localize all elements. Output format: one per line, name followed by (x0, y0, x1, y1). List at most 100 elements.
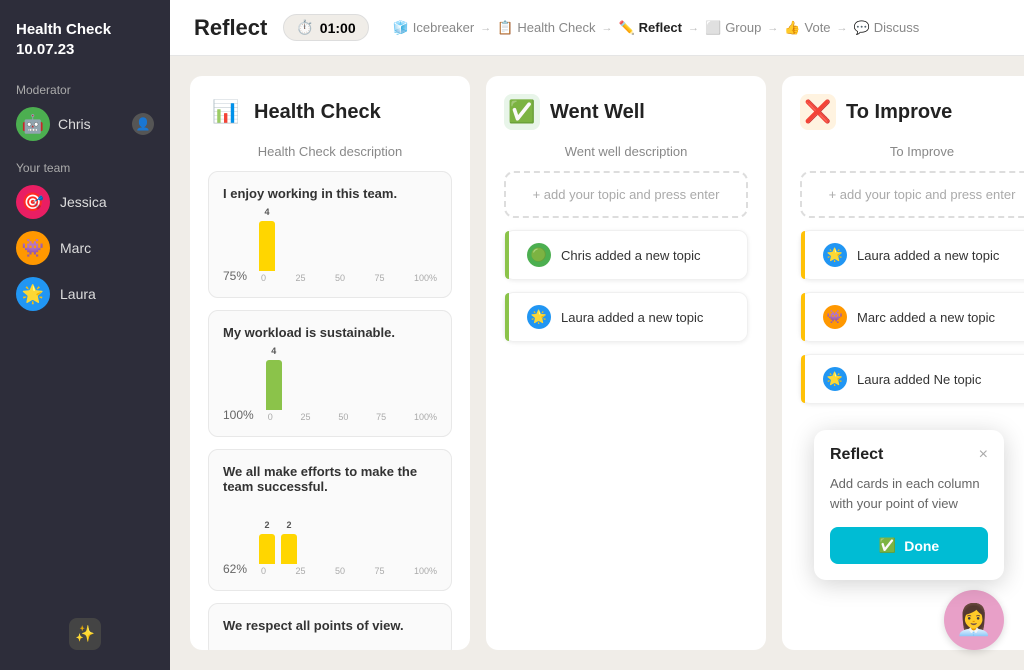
reflect-icon: ✏️ (618, 20, 634, 36)
arrow-3: → (688, 22, 699, 34)
chart-percent-3: 62% (223, 562, 247, 576)
add-topic-placeholder-to-improve: + add your topic and press enter (829, 187, 1016, 202)
topic-bar-improve-3 (801, 355, 805, 403)
footer-icon: ✨ (69, 618, 101, 650)
column-header-went-well: ✅ Went Well (504, 94, 748, 130)
add-topic-to-improve[interactable]: + add your topic and press enter (800, 171, 1024, 218)
chart-bar-row-1: 4 (259, 211, 437, 271)
breadcrumb-vote[interactable]: 👍 Vote (784, 20, 830, 36)
tooltip-title: Reflect (830, 446, 883, 464)
topic-avatar-marc-imp: 👾 (823, 305, 847, 329)
column-desc-to-improve: To Improve (800, 144, 1024, 159)
column-icon-to-improve: ❌ (800, 94, 836, 130)
main-area: Reflect ⏱️ 01:00 🧊 Icebreaker → 📋 Health… (170, 0, 1024, 670)
team-label: Your team (16, 161, 154, 175)
chart-x-axis-1: 0255075100% (259, 273, 437, 283)
topic-bar-improve-1 (801, 231, 805, 279)
breadcrumb-group[interactable]: ⬜ Group (705, 20, 761, 36)
healthcheck-icon: 📋 (497, 20, 513, 36)
chart-wrapper-1: 4 0255075100% (259, 211, 437, 283)
column-icon-went-well: ✅ (504, 94, 540, 130)
health-card-1: I enjoy working in this team. 75% 4 0255… (208, 171, 452, 298)
breadcrumb-icebreaker[interactable]: 🧊 Icebreaker (393, 20, 475, 36)
breadcrumb-reflect[interactable]: ✏️ Reflect (618, 20, 682, 36)
sidebar-footer: ✨ (16, 618, 154, 650)
timer-badge: ⏱️ 01:00 (283, 14, 368, 41)
page-title: Reflect (194, 15, 267, 41)
topic-bar-went-well-1 (505, 231, 509, 279)
bar-value-3a: 2 (265, 520, 270, 530)
done-label: Done (904, 538, 939, 554)
breadcrumb-label-discuss: Discuss (874, 20, 920, 35)
done-check-icon: ✅ (879, 537, 896, 554)
bar-3a: 2 (259, 534, 275, 564)
column-header-to-improve: ❌ To Improve (800, 94, 1024, 130)
timer-value: 01:00 (320, 20, 356, 36)
icebreaker-icon: 🧊 (393, 20, 409, 36)
column-icon-health-check: 📊 (208, 94, 244, 130)
add-topic-went-well[interactable]: + add your topic and press enter (504, 171, 748, 218)
bar-value-1: 4 (265, 207, 270, 217)
group-icon: ⬜ (705, 20, 721, 36)
sidebar-title: Health Check 10.07.23 (16, 20, 154, 59)
user-float-avatar: 👩‍💼 (944, 590, 1004, 650)
health-card-title-1: I enjoy working in this team. (223, 186, 437, 201)
tooltip-close-button[interactable]: × (979, 446, 988, 464)
avatar-chris: 🤖 (16, 107, 50, 141)
topic-text-improve-3: Laura added Ne topic (857, 372, 981, 387)
topic-card-went-well-1: 🟢 Chris added a new topic (504, 230, 748, 280)
bar-2: 4 (266, 360, 282, 410)
bar-value-2: 4 (271, 346, 276, 356)
column-health-check: 📊 Health Check Health Check description … (190, 76, 470, 650)
breadcrumb-label-vote: Vote (805, 20, 831, 35)
topic-card-went-well-2: 🌟 Laura added a new topic (504, 292, 748, 342)
tooltip-body: Add cards in each column with your point… (830, 474, 988, 513)
topic-bar-improve-2 (801, 293, 805, 341)
avatar-jessica: 🎯 (16, 185, 50, 219)
arrow-1: → (480, 22, 491, 34)
header: Reflect ⏱️ 01:00 🧊 Icebreaker → 📋 Health… (170, 0, 1024, 56)
topic-text-went-well-2: Laura added a new topic (561, 310, 703, 325)
health-card-title-4: We respect all points of view. (223, 618, 437, 633)
avatar-laura: 🌟 (16, 277, 50, 311)
topic-avatar-laura-imp2: 🌟 (823, 367, 847, 391)
column-title-health-check: Health Check (254, 101, 381, 124)
breadcrumb-label-healthcheck: Health Check (517, 20, 595, 35)
topic-avatar-chris: 🟢 (527, 243, 551, 267)
add-topic-placeholder-went-well: + add your topic and press enter (533, 187, 720, 202)
chart-area-3: 62% 2 2 0255075100% (223, 504, 437, 576)
discuss-icon: 💬 (854, 20, 870, 36)
breadcrumb-healthcheck[interactable]: 📋 Health Check (497, 20, 595, 36)
member-name-laura: Laura (60, 286, 96, 302)
bar-value-3b: 2 (287, 520, 292, 530)
health-card-title-2: My workload is sustainable. (223, 325, 437, 340)
topic-card-improve-1: 🌟 Laura added a new topic (800, 230, 1024, 280)
health-card-3: We all make efforts to make the team suc… (208, 449, 452, 591)
breadcrumb-discuss[interactable]: 💬 Discuss (854, 20, 920, 36)
column-went-well: ✅ Went Well Went well description + add … (486, 76, 766, 650)
team-member-marc: 👾 Marc (16, 231, 154, 265)
moderator-icon: 👤 (132, 113, 154, 135)
arrow-5: → (837, 22, 848, 34)
tooltip-header: Reflect × (830, 446, 988, 464)
health-card-4: We respect all points of view. (208, 603, 452, 650)
column-title-went-well: Went Well (550, 101, 645, 124)
done-button[interactable]: ✅ Done (830, 527, 988, 564)
breadcrumb-label-group: Group (725, 20, 761, 35)
chart-percent-2: 100% (223, 408, 254, 422)
chart-area-2: 100% 4 0255075100% (223, 350, 437, 422)
member-name-marc: Marc (60, 240, 91, 256)
chart-percent-1: 75% (223, 269, 247, 283)
topic-text-improve-1: Laura added a new topic (857, 248, 999, 263)
moderator-label: Moderator (16, 83, 154, 97)
chart-bar-row-3: 2 2 (259, 504, 437, 564)
column-header-health-check: 📊 Health Check (208, 94, 452, 130)
topic-text-went-well-1: Chris added a new topic (561, 248, 700, 263)
column-desc-health-check: Health Check description (208, 144, 452, 159)
member-name-jessica: Jessica (60, 194, 107, 210)
sidebar: Health Check 10.07.23 Moderator 🤖 Chris … (0, 0, 170, 670)
topic-avatar-laura-ww: 🌟 (527, 305, 551, 329)
topic-card-improve-2: 👾 Marc added a new topic (800, 292, 1024, 342)
chart-bar-row-2: 4 (266, 350, 437, 410)
topic-card-improve-3: 🌟 Laura added Ne topic (800, 354, 1024, 404)
